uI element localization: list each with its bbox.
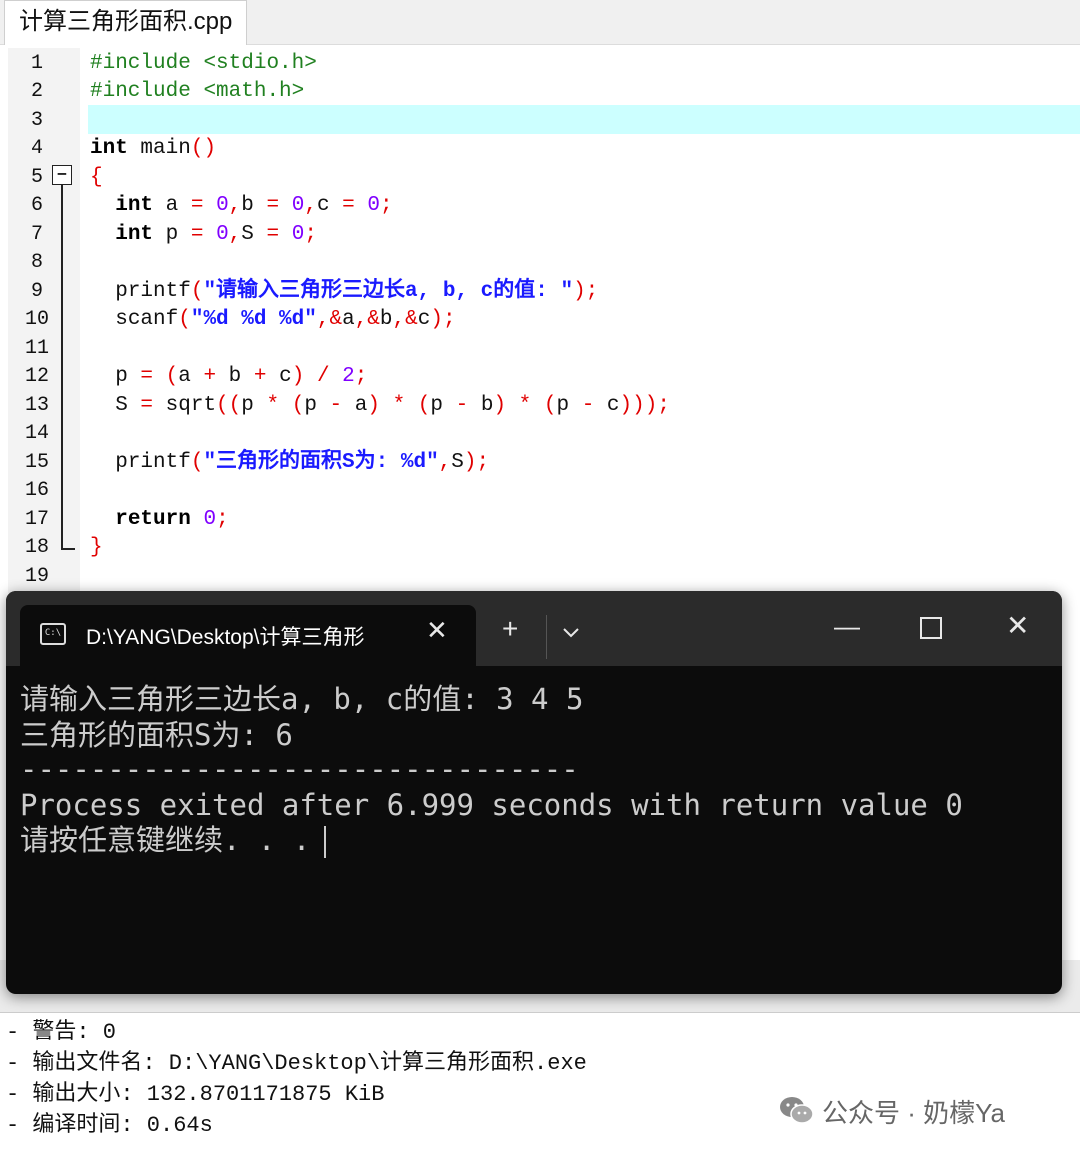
code-line-12[interactable]: p = (a + b + c) / 2; bbox=[90, 363, 367, 391]
open-brace: { bbox=[90, 166, 103, 189]
preprocessor-directive: #include bbox=[90, 80, 191, 103]
plus-icon[interactable]: + bbox=[502, 615, 518, 643]
line-number: 14 bbox=[24, 422, 49, 445]
terminal-tab[interactable]: C:\ D:\YANG\Desktop\计算三角形 ✕ bbox=[20, 605, 476, 666]
function-call: scanf bbox=[115, 308, 179, 331]
close-icon[interactable]: ✕ bbox=[426, 615, 448, 646]
line-number-gutter: 1 2 3 4 5 6 7 8 9 10 11 12 13 14 15 16 1… bbox=[8, 48, 80, 593]
fold-region-line bbox=[61, 185, 63, 550]
string-literal: "%d %d %d" bbox=[190, 308, 317, 331]
preprocessor-directive: #include bbox=[90, 52, 191, 75]
wechat-icon bbox=[778, 1095, 814, 1136]
line-number: 9 bbox=[30, 280, 43, 303]
line-number: 1 bbox=[30, 52, 43, 75]
text-cursor bbox=[324, 826, 327, 858]
return-value: 0 bbox=[203, 508, 217, 531]
terminal-output-line: 请输入三角形三边长a, b, c的值: 3 4 5 bbox=[20, 682, 584, 716]
include-header: <math.h> bbox=[203, 80, 305, 103]
terminal-output-line: Process exited after 6.999 seconds with … bbox=[20, 788, 963, 822]
code-line-2[interactable]: #include <math.h> bbox=[90, 78, 304, 106]
code-line-9[interactable]: printf("请输入三角形三边长a, b, c的值: "); bbox=[90, 278, 598, 306]
code-editor[interactable]: 1 2 3 4 5 6 7 8 9 10 11 12 13 14 15 16 1… bbox=[0, 48, 1080, 593]
line-number: 12 bbox=[24, 365, 49, 388]
line-number: 6 bbox=[30, 194, 43, 217]
function-call: printf bbox=[115, 280, 191, 303]
code-line-4[interactable]: int main() bbox=[90, 135, 216, 163]
fold-region-end bbox=[61, 548, 75, 550]
minimize-icon[interactable]: — bbox=[834, 611, 860, 642]
watermark: 公众号 · 奶檬Ya bbox=[778, 1093, 1005, 1133]
code-line-10[interactable]: scanf("%d %d %d",&a,&b,&c); bbox=[90, 306, 455, 334]
terminal-prompt-line[interactable]: 请按任意键继续. . . bbox=[20, 822, 327, 858]
line-number: 10 bbox=[24, 308, 49, 331]
code-line-7[interactable]: int p = 0,S = 0; bbox=[90, 221, 317, 249]
line-number: 18 bbox=[24, 536, 49, 559]
line-number: 3 bbox=[30, 109, 43, 132]
divider bbox=[546, 615, 547, 659]
function-name: main bbox=[140, 137, 191, 160]
code-line-6[interactable]: int a = 0,b = 0,c = 0; bbox=[90, 192, 392, 220]
code-line-17[interactable]: return 0; bbox=[90, 506, 228, 534]
file-tab[interactable]: 计算三角形面积.cpp bbox=[4, 0, 248, 45]
terminal-separator: -------------------------------- bbox=[20, 752, 579, 786]
terminal-prompt-text: 请按任意键继续. . . bbox=[20, 823, 311, 857]
fold-toggle-icon[interactable]: − bbox=[52, 165, 72, 185]
code-line-13[interactable]: S = sqrt((p * (p - a) * (p - b) * (p - c… bbox=[90, 392, 670, 420]
parentheses: () bbox=[190, 137, 217, 160]
log-line: - 输出大小: 132.8701171875 KiB bbox=[6, 1082, 385, 1107]
close-brace: } bbox=[90, 536, 103, 559]
type-keyword: int bbox=[115, 223, 154, 246]
return-keyword: return bbox=[115, 508, 191, 531]
line-number: 19 bbox=[24, 565, 49, 588]
line-number: 7 bbox=[30, 223, 43, 246]
function-call: printf bbox=[115, 451, 191, 474]
log-line: - 输出文件名: D:\YANG\Desktop\计算三角形面积.exe bbox=[6, 1051, 587, 1076]
terminal-window[interactable]: C:\ D:\YANG\Desktop\计算三角形 ✕ + — ✕ 请输入三角形… bbox=[6, 591, 1062, 994]
terminal-output-line: 三角形的面积S为: 6 bbox=[20, 718, 293, 752]
line-number: 15 bbox=[24, 451, 49, 474]
code-line-18[interactable]: } bbox=[90, 534, 103, 562]
window-close-icon[interactable]: ✕ bbox=[1006, 609, 1029, 642]
watermark-text: 公众号 · 奶檬Ya bbox=[822, 1098, 1005, 1128]
line-number: 4 bbox=[30, 137, 43, 160]
log-line: - 警告: 0 bbox=[6, 1020, 117, 1045]
editor-tab-bar: 计算三角形面积.cpp bbox=[0, 0, 1080, 45]
terminal-title-bar[interactable]: C:\ D:\YANG\Desktop\计算三角形 ✕ + — ✕ bbox=[6, 591, 1062, 666]
line-number: 8 bbox=[30, 251, 43, 274]
maximize-icon[interactable] bbox=[920, 617, 942, 639]
line-number: 17 bbox=[24, 508, 49, 531]
current-line-highlight bbox=[88, 105, 1080, 134]
include-header: <stdio.h> bbox=[203, 52, 317, 75]
type-keyword: int bbox=[115, 194, 154, 217]
line-number: 11 bbox=[24, 337, 49, 360]
line-number: 13 bbox=[24, 394, 49, 417]
code-line-1[interactable]: #include <stdio.h> bbox=[90, 50, 317, 78]
line-number: 16 bbox=[24, 479, 49, 502]
line-number: 2 bbox=[30, 80, 43, 103]
string-literal: "请输入三角形三边长a, b, c的值: " bbox=[203, 280, 574, 303]
log-line: - 编译时间: 0.64s bbox=[6, 1113, 213, 1138]
terminal-tab-title: D:\YANG\Desktop\计算三角形 bbox=[86, 626, 365, 649]
code-line-15[interactable]: printf("三角形的面积S为: %d",S); bbox=[90, 449, 489, 477]
terminal-app-icon: C:\ bbox=[40, 623, 66, 645]
code-line-5[interactable]: { bbox=[90, 164, 103, 192]
chevron-down-icon[interactable] bbox=[562, 621, 580, 644]
type-keyword: int bbox=[90, 137, 128, 160]
string-literal: "三角形的面积S为: %d" bbox=[203, 451, 439, 474]
line-number: 5 bbox=[30, 166, 43, 189]
